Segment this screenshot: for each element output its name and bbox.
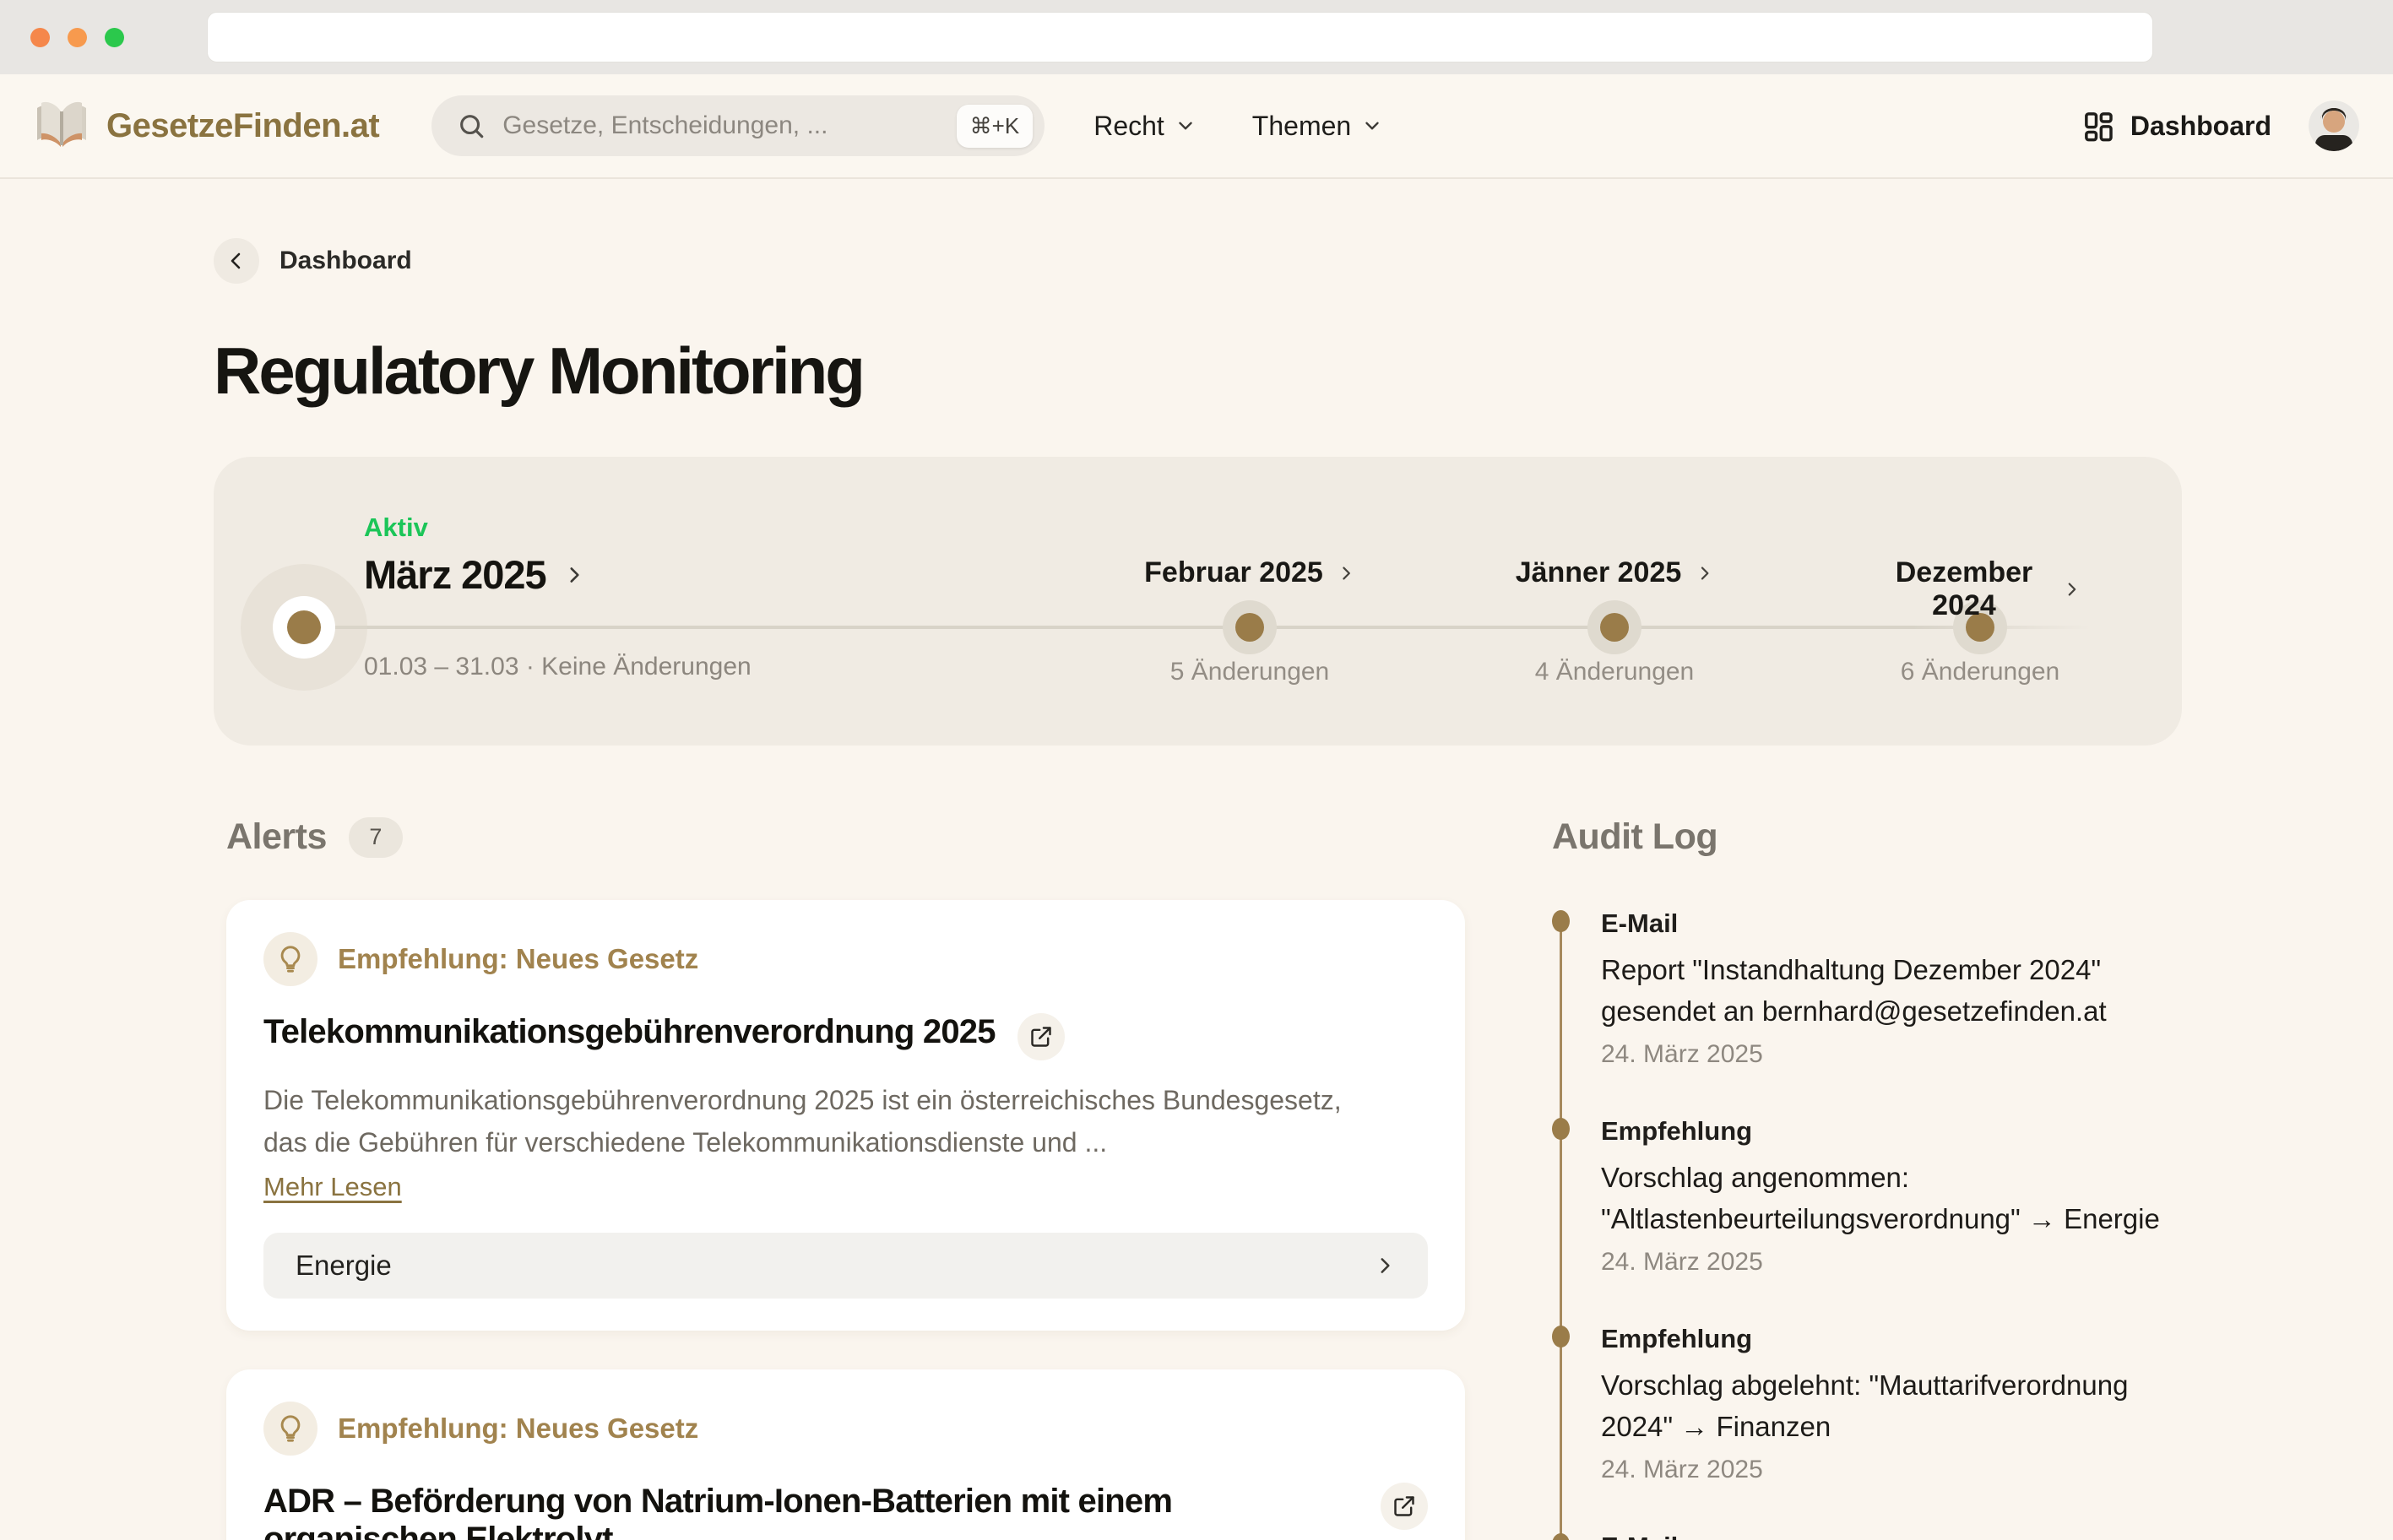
minimize-window-button[interactable]: [68, 28, 87, 47]
avatar[interactable]: [2309, 100, 2359, 151]
month-changes: 6 Änderungen: [1901, 658, 2060, 686]
audit-entry-text: Vorschlag abgelehnt: "Mauttarifverordnun…: [1601, 1364, 2182, 1447]
external-link-icon: [1029, 1025, 1053, 1049]
url-bar[interactable]: [207, 12, 2153, 62]
browser-chrome: [0, 0, 2393, 74]
external-link-button[interactable]: [1017, 1013, 1065, 1060]
audit-log-title: Audit Log: [1552, 816, 1717, 858]
audit-entry: E-Mail Report "Instandhaltung Dezember 2…: [1552, 1532, 2182, 1540]
month-link[interactable]: Februar 2025: [1144, 556, 1355, 589]
audit-entry-type: E-Mail: [1601, 1532, 2182, 1540]
audit-entry-type: Empfehlung: [1601, 1116, 2182, 1147]
timeline-line: [304, 626, 2091, 629]
app-header: GesetzeFinden.at ⌘+K Recht Themen: [0, 74, 2393, 179]
alerts-section: Alerts 7 Empfehlung: Neues Gesetz Teleko…: [214, 816, 1465, 1540]
status-badge: Aktiv: [364, 512, 585, 543]
timeline-dot-active: [287, 610, 321, 644]
audit-entry-text: Report "Instandhaltung Dezember 2024" ge…: [1601, 949, 2182, 1032]
month-item-februar: Februar 2025: [1144, 556, 1355, 589]
external-link-icon: [1392, 1494, 1416, 1518]
audit-log-list: E-Mail Report "Instandhaltung Dezember 2…: [1552, 908, 2182, 1540]
header-right: Dashboard: [2081, 100, 2359, 151]
audit-entry-date: 24. März 2025: [1601, 1456, 2182, 1484]
chevron-down-icon: [1361, 115, 1383, 137]
mehr-lesen-link[interactable]: Mehr Lesen: [263, 1172, 402, 1202]
audit-entry-date: 24. März 2025: [1601, 1040, 2182, 1069]
month-link[interactable]: Dezember 2024: [1880, 556, 2081, 622]
audit-entry-type: E-Mail: [1601, 908, 2182, 939]
audit-dot: [1552, 1533, 1570, 1540]
alert-card: Empfehlung: Neues Gesetz Telekommunikati…: [226, 900, 1465, 1331]
chevron-right-icon: [1695, 564, 1713, 583]
breadcrumb-label: Dashboard: [279, 247, 412, 275]
month-item-dezember: Dezember 2024: [1880, 556, 2081, 622]
main-content: Dashboard Regulatory Monitoring Aktiv Mä…: [0, 238, 2393, 1540]
nav-item-recht[interactable]: Recht: [1093, 111, 1196, 142]
chevron-right-icon: [1337, 564, 1355, 583]
window-controls: [30, 28, 124, 47]
active-month-label: März 2025: [364, 551, 546, 598]
audit-log-section: Audit Log E-Mail Report "Instandhaltung …: [1552, 816, 2182, 1540]
alert-title-link[interactable]: ADR – Beförderung von Natrium-Ionen-Batt…: [263, 1483, 1359, 1540]
brand-logo[interactable]: GesetzeFinden.at: [34, 101, 379, 150]
audit-dot: [1552, 1118, 1570, 1140]
month-label: Jänner 2025: [1516, 556, 1682, 589]
chevron-down-icon: [1175, 115, 1196, 137]
timeline-card: Aktiv März 2025 01.03 – 31.03 · Keine Än…: [214, 457, 2182, 746]
lightbulb-icon: [263, 932, 317, 986]
active-month-detail: 01.03 – 31.03 · Keine Änderungen: [364, 653, 752, 681]
open-book-icon: [34, 101, 90, 150]
chevron-right-icon: [1374, 1255, 1396, 1277]
search-icon: [457, 111, 486, 140]
chevron-right-icon: [2063, 580, 2081, 599]
search-box[interactable]: ⌘+K: [431, 95, 1045, 156]
active-month-block: Aktiv März 2025: [364, 512, 585, 598]
lightbulb-icon: [263, 1402, 317, 1456]
month-label: Dezember 2024: [1880, 556, 2049, 622]
tag-label: Energie: [296, 1250, 392, 1282]
audit-entry: Empfehlung Vorschlag angenommen: "Altlas…: [1552, 1116, 2182, 1277]
alert-description: Die Telekommunikationsgebührenverordnung…: [263, 1079, 1361, 1163]
audit-entry: Empfehlung Vorschlag abgelehnt: "Mauttar…: [1552, 1324, 2182, 1484]
alerts-title: Alerts: [226, 816, 327, 858]
chevron-left-icon: [226, 251, 247, 271]
audit-entry-text: Vorschlag angenommen: "Altlastenbeurteil…: [1601, 1157, 2182, 1239]
dashboard-link[interactable]: Dashboard: [2081, 109, 2271, 143]
month-item-jaenner: Jänner 2025: [1516, 556, 1714, 589]
alerts-count-badge: 7: [349, 817, 403, 858]
month-changes: 4 Änderungen: [1535, 658, 1695, 686]
month-label: Februar 2025: [1144, 556, 1323, 589]
external-link-button[interactable]: [1381, 1483, 1428, 1530]
page-title: Regulatory Monitoring: [214, 333, 2182, 409]
alert-card: Empfehlung: Neues Gesetz ADR – Beförderu…: [226, 1369, 1465, 1540]
audit-dot: [1552, 1326, 1570, 1348]
alert-title-link[interactable]: Telekommunikationsgebührenverordnung 202…: [263, 1013, 996, 1051]
back-button[interactable]: [214, 238, 259, 284]
active-month-link[interactable]: März 2025: [364, 551, 585, 598]
timeline-dot: [1235, 613, 1264, 642]
close-window-button[interactable]: [30, 28, 50, 47]
brand-name: GesetzeFinden.at: [106, 107, 379, 145]
chevron-right-icon: [563, 564, 585, 586]
audit-entry-date: 24. März 2025: [1601, 1248, 2182, 1277]
alert-kind-label: Empfehlung: Neues Gesetz: [338, 1413, 698, 1445]
month-link[interactable]: Jänner 2025: [1516, 556, 1714, 589]
search-input[interactable]: [502, 111, 956, 140]
nav-item-themen[interactable]: Themen: [1252, 111, 1383, 142]
search-shortcut-badge: ⌘+K: [957, 105, 1034, 148]
nav-item-label: Recht: [1093, 111, 1164, 142]
audit-entry-type: Empfehlung: [1601, 1324, 2182, 1354]
nav-item-label: Themen: [1252, 111, 1351, 142]
zoom-window-button[interactable]: [105, 28, 124, 47]
timeline-dot: [1600, 613, 1629, 642]
breadcrumb: Dashboard: [214, 238, 2182, 284]
audit-dot: [1552, 910, 1570, 932]
alert-kind-label: Empfehlung: Neues Gesetz: [338, 943, 698, 975]
audit-entry: E-Mail Report "Instandhaltung Dezember 2…: [1552, 908, 2182, 1069]
month-changes: 5 Änderungen: [1170, 658, 1330, 686]
dashboard-link-label: Dashboard: [2130, 111, 2271, 142]
dashboard-grid-icon: [2081, 109, 2115, 143]
tag-row-energie[interactable]: Energie: [263, 1233, 1428, 1299]
primary-nav: Recht Themen: [1093, 111, 1383, 142]
